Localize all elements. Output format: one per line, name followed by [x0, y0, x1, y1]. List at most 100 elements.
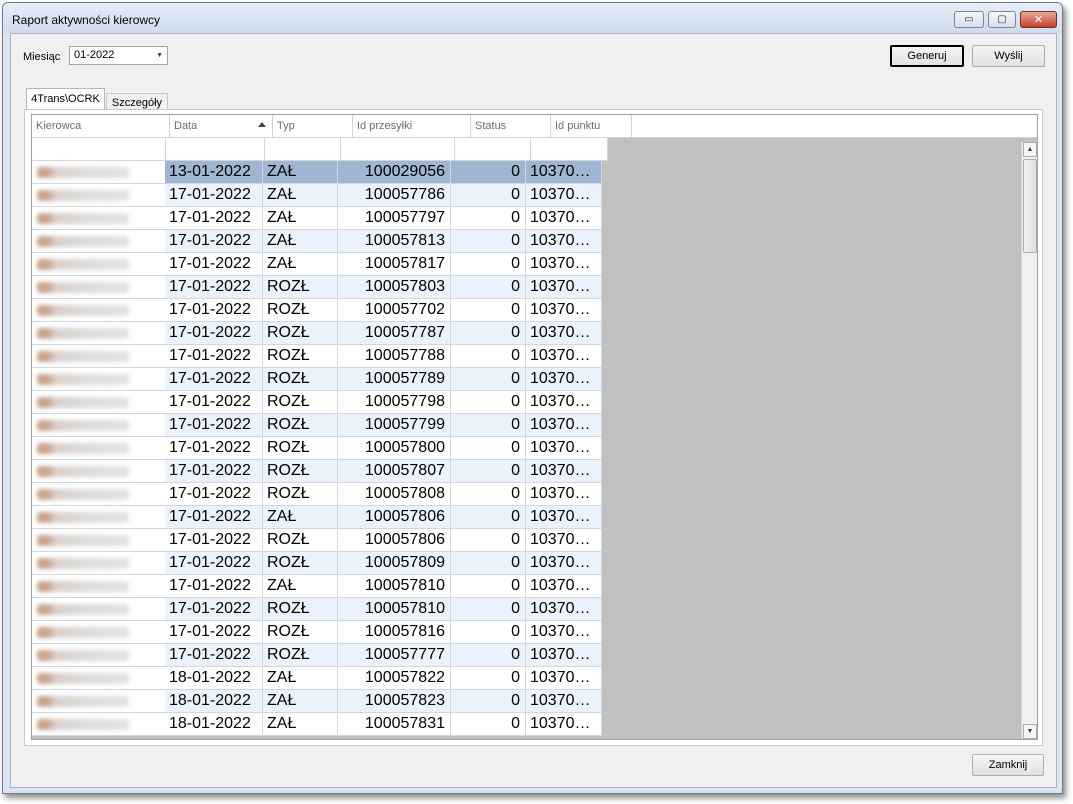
driver-cell[interactable]: [32, 368, 165, 391]
status-cell[interactable]: 0: [451, 506, 526, 529]
type-cell[interactable]: ZAŁ: [263, 207, 338, 230]
type-cell[interactable]: ZAŁ: [263, 667, 338, 690]
shipment-id-cell[interactable]: 100057777: [338, 644, 451, 667]
table-row[interactable]: 17-01-2022 ROZŁ 100057798 0 10370…: [32, 391, 602, 414]
type-cell[interactable]: ZAŁ: [263, 690, 338, 713]
table-row[interactable]: 17-01-2022 ROZŁ 100057806 0 10370…: [32, 529, 602, 552]
column-header-id-przesylki[interactable]: Id przesyłki: [353, 115, 471, 138]
shipment-id-cell[interactable]: 100057803: [338, 276, 451, 299]
table-row[interactable]: 17-01-2022 ROZŁ 100057787 0 10370…: [32, 322, 602, 345]
shipment-id-cell[interactable]: 100057810: [338, 598, 451, 621]
driver-cell[interactable]: [32, 161, 165, 184]
shipment-id-cell[interactable]: 100057813: [338, 230, 451, 253]
driver-cell[interactable]: [32, 598, 165, 621]
status-cell[interactable]: 0: [451, 621, 526, 644]
date-cell[interactable]: 17-01-2022: [165, 276, 263, 299]
month-select[interactable]: 01-2022 ▼: [69, 46, 168, 65]
status-cell[interactable]: 0: [451, 230, 526, 253]
driver-cell[interactable]: [32, 690, 165, 713]
status-cell[interactable]: 0: [451, 529, 526, 552]
date-cell[interactable]: 17-01-2022: [165, 299, 263, 322]
point-id-cell[interactable]: 10370…: [526, 690, 602, 713]
date-cell[interactable]: 17-01-2022: [165, 253, 263, 276]
table-row[interactable]: 17-01-2022 ROZŁ 100057702 0 10370…: [32, 299, 602, 322]
shipment-id-cell[interactable]: 100057808: [338, 483, 451, 506]
type-cell[interactable]: ZAŁ: [263, 506, 338, 529]
table-row[interactable]: 17-01-2022 ROZŁ 100057807 0 10370…: [32, 460, 602, 483]
status-cell[interactable]: 0: [451, 253, 526, 276]
shipment-id-cell[interactable]: 100057800: [338, 437, 451, 460]
type-cell[interactable]: ROZŁ: [263, 552, 338, 575]
type-cell[interactable]: ROZŁ: [263, 368, 338, 391]
point-id-cell[interactable]: 10370…: [526, 552, 602, 575]
point-id-cell[interactable]: 10370…: [526, 460, 602, 483]
shipment-id-cell[interactable]: 100057789: [338, 368, 451, 391]
type-cell[interactable]: ROZŁ: [263, 299, 338, 322]
date-cell[interactable]: 17-01-2022: [165, 460, 263, 483]
date-cell[interactable]: 17-01-2022: [165, 621, 263, 644]
date-cell[interactable]: 18-01-2022: [165, 713, 263, 736]
driver-cell[interactable]: [32, 391, 165, 414]
type-cell[interactable]: ROZŁ: [263, 621, 338, 644]
status-cell[interactable]: 0: [451, 368, 526, 391]
driver-cell[interactable]: [32, 437, 165, 460]
shipment-id-cell[interactable]: 100057822: [338, 667, 451, 690]
status-cell[interactable]: 0: [451, 276, 526, 299]
filter-cell-kierowca[interactable]: [32, 138, 166, 161]
status-cell[interactable]: 0: [451, 598, 526, 621]
maximize-button[interactable]: ▢: [988, 11, 1016, 28]
table-row[interactable]: 17-01-2022 ZAŁ 100057810 0 10370…: [32, 575, 602, 598]
status-cell[interactable]: 0: [451, 713, 526, 736]
status-cell[interactable]: 0: [451, 552, 526, 575]
table-row[interactable]: 18-01-2022 ZAŁ 100057822 0 10370…: [32, 667, 602, 690]
date-cell[interactable]: 17-01-2022: [165, 345, 263, 368]
table-row[interactable]: 17-01-2022 ROZŁ 100057803 0 10370…: [32, 276, 602, 299]
table-row[interactable]: 17-01-2022 ROZŁ 100057800 0 10370…: [32, 437, 602, 460]
table-row[interactable]: 17-01-2022 ROZŁ 100057788 0 10370…: [32, 345, 602, 368]
type-cell[interactable]: ROZŁ: [263, 483, 338, 506]
status-cell[interactable]: 0: [451, 644, 526, 667]
type-cell[interactable]: ZAŁ: [263, 253, 338, 276]
driver-cell[interactable]: [32, 207, 165, 230]
status-cell[interactable]: 0: [451, 299, 526, 322]
driver-cell[interactable]: [32, 529, 165, 552]
point-id-cell[interactable]: 10370…: [526, 184, 602, 207]
date-cell[interactable]: 13-01-2022: [165, 161, 263, 184]
driver-cell[interactable]: [32, 483, 165, 506]
filter-cell-id-punktu[interactable]: [531, 138, 608, 161]
shipment-id-cell[interactable]: 100057816: [338, 621, 451, 644]
shipment-id-cell[interactable]: 100057817: [338, 253, 451, 276]
filter-cell-id-przesylki[interactable]: [341, 138, 455, 161]
type-cell[interactable]: ROZŁ: [263, 345, 338, 368]
type-cell[interactable]: ROZŁ: [263, 460, 338, 483]
point-id-cell[interactable]: 10370…: [526, 207, 602, 230]
table-row[interactable]: 17-01-2022 ROZŁ 100057808 0 10370…: [32, 483, 602, 506]
scroll-down-icon[interactable]: ▼: [1023, 724, 1037, 739]
close-button[interactable]: Zamknij: [972, 754, 1044, 776]
type-cell[interactable]: ROZŁ: [263, 276, 338, 299]
shipment-id-cell[interactable]: 100057702: [338, 299, 451, 322]
point-id-cell[interactable]: 10370…: [526, 276, 602, 299]
shipment-id-cell[interactable]: 100057797: [338, 207, 451, 230]
column-header-typ[interactable]: Typ: [273, 115, 353, 138]
table-row[interactable]: 17-01-2022 ROZŁ 100057810 0 10370…: [32, 598, 602, 621]
point-id-cell[interactable]: 10370…: [526, 391, 602, 414]
column-header-data[interactable]: Data: [170, 115, 273, 138]
table-row[interactable]: 17-01-2022 ROZŁ 100057789 0 10370…: [32, 368, 602, 391]
minimize-button[interactable]: ▭: [954, 11, 984, 28]
status-cell[interactable]: 0: [451, 483, 526, 506]
shipment-id-cell[interactable]: 100057823: [338, 690, 451, 713]
date-cell[interactable]: 17-01-2022: [165, 184, 263, 207]
status-cell[interactable]: 0: [451, 667, 526, 690]
shipment-id-cell[interactable]: 100057831: [338, 713, 451, 736]
point-id-cell[interactable]: 10370…: [526, 161, 602, 184]
status-cell[interactable]: 0: [451, 391, 526, 414]
table-row[interactable]: 17-01-2022 ZAŁ 100057806 0 10370…: [32, 506, 602, 529]
date-cell[interactable]: 17-01-2022: [165, 230, 263, 253]
date-cell[interactable]: 17-01-2022: [165, 644, 263, 667]
data-grid[interactable]: Kierowca Data Typ Id przesyłki Status Id…: [31, 114, 1038, 740]
shipment-id-cell[interactable]: 100057787: [338, 322, 451, 345]
shipment-id-cell[interactable]: 100057807: [338, 460, 451, 483]
table-row[interactable]: 17-01-2022 ZAŁ 100057797 0 10370…: [32, 207, 602, 230]
driver-cell[interactable]: [32, 414, 165, 437]
